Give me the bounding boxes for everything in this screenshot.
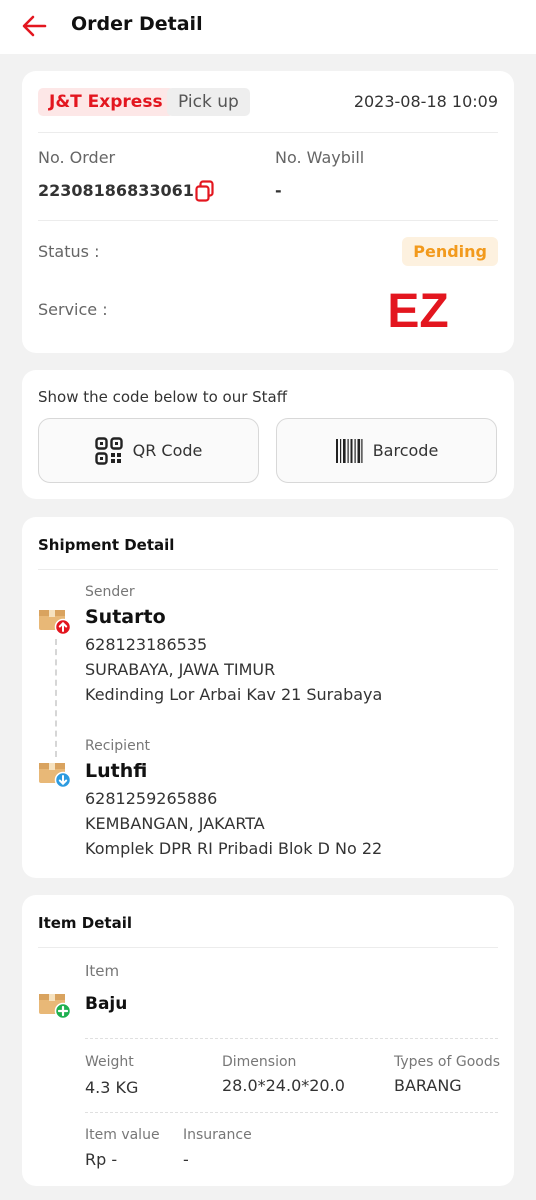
order-summary-card: J&T Express Pick up 2023-08-18 10:09 No.…: [22, 71, 514, 353]
sender-address: Kedinding Lor Arbai Kav 21 Surabaya: [85, 685, 383, 704]
qr-code-icon: [94, 436, 123, 465]
goods-type-value: BARANG: [394, 1076, 462, 1095]
qr-code-label: QR Code: [132, 441, 203, 460]
ez-service-logo: EZ: [387, 290, 448, 330]
courier-badge: J&T Express: [38, 88, 174, 116]
weight-value: 4.3 KG: [85, 1078, 139, 1097]
barcode-icon: [335, 438, 363, 463]
recipient-name: Luthfi: [85, 760, 148, 782]
divider: [38, 947, 498, 948]
status-label: Status :: [38, 242, 100, 261]
page-title: Order Detail: [71, 13, 203, 35]
shipment-detail-card: Shipment Detail Sender Sutarto 628123186…: [22, 517, 514, 878]
sender-label: Sender: [85, 584, 135, 600]
shipment-detail-title: Shipment Detail: [38, 536, 175, 554]
show-code-card: Show the code below to our Staff QR Code: [22, 370, 514, 499]
code-hint-text: Show the code below to our Staff: [38, 388, 288, 406]
dimension-label: Dimension: [222, 1054, 297, 1070]
divider: [38, 220, 498, 221]
sender-phone: 628123186535: [85, 635, 208, 654]
item-name: Baju: [85, 994, 128, 1014]
back-button[interactable]: [20, 12, 48, 40]
dashed-divider: [85, 1112, 498, 1113]
package-add-icon: [39, 994, 72, 1020]
service-logo-text: EZ: [387, 290, 448, 330]
sender-name: Sutarto: [85, 606, 166, 628]
insurance-value: -: [183, 1150, 189, 1169]
insurance-label: Insurance: [183, 1127, 252, 1143]
item-detail-title: Item Detail: [38, 914, 132, 932]
package-upload-icon: [39, 610, 72, 636]
item-value: Rp -: [85, 1150, 118, 1169]
delivery-mode-badge: Pick up: [167, 88, 250, 116]
dashed-divider: [85, 1038, 498, 1039]
barcode-button[interactable]: Barcode: [276, 418, 497, 483]
route-connector: [55, 639, 57, 757]
order-datetime: 2023-08-18 10:09: [353, 92, 498, 111]
sender-city: SURABAYA, JAWA TIMUR: [85, 660, 276, 679]
divider: [38, 132, 498, 133]
qr-code-button[interactable]: QR Code: [38, 418, 259, 483]
package-download-icon: [39, 763, 72, 789]
order-no-label: No. Order: [38, 148, 116, 167]
service-label: Service :: [38, 300, 108, 319]
dimension-value: 28.0*24.0*20.0: [222, 1076, 345, 1095]
waybill-value: -: [275, 181, 282, 200]
weight-label: Weight: [85, 1054, 134, 1070]
divider: [38, 569, 498, 570]
order-no-value: 22308186833061: [38, 181, 194, 200]
copy-order-no-button[interactable]: [194, 180, 216, 202]
copy-icon: [195, 180, 214, 202]
barcode-label: Barcode: [372, 441, 439, 460]
arrow-left-icon: [22, 15, 47, 37]
item-label: Item: [85, 962, 120, 980]
recipient-city: KEMBANGAN, JAKARTA: [85, 814, 265, 833]
goods-type-label: Types of Goods: [394, 1054, 501, 1070]
recipient-label: Recipient: [85, 738, 151, 754]
status-badge: Pending: [402, 237, 498, 266]
waybill-label: No. Waybill: [275, 148, 365, 167]
item-detail-card: Item Detail Item Baju Weight 4.3 KG Dime…: [22, 895, 514, 1186]
item-value-label: Item value: [85, 1127, 160, 1143]
recipient-address: Komplek DPR RI Pribadi Blok D No 22: [85, 839, 383, 858]
top-bar: Order Detail: [0, 0, 536, 54]
recipient-phone: 6281259265886: [85, 789, 218, 808]
